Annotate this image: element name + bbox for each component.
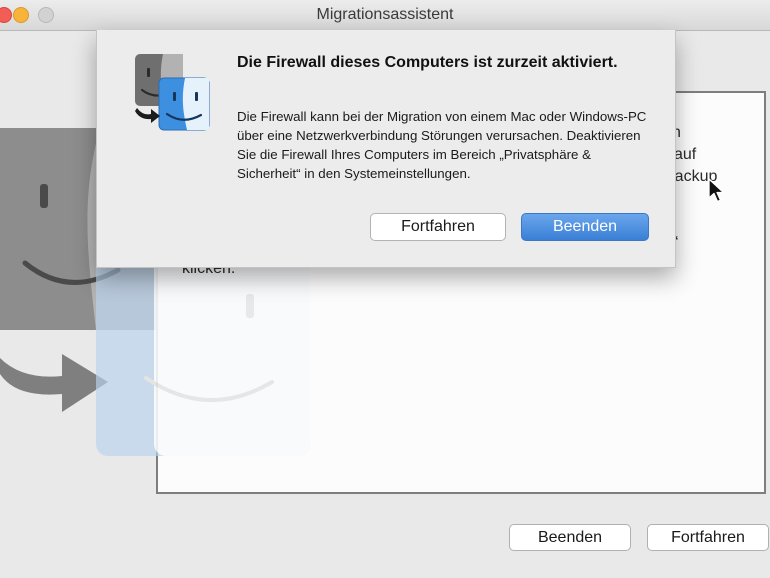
alert-quit-button[interactable]: Beenden	[521, 213, 649, 241]
alert-continue-button[interactable]: Fortfahren	[370, 213, 506, 241]
alert-message: Die Firewall kann bei der Migration von …	[237, 109, 647, 181]
window-title: Migrationsassistent	[316, 6, 454, 23]
alert-title: Die Firewall dieses Computers ist zurzei…	[237, 54, 618, 71]
quit-button[interactable]: Beenden	[509, 524, 631, 551]
mouse-pointer-icon	[708, 178, 725, 203]
continue-button[interactable]: Fortfahren	[647, 524, 769, 551]
firewall-alert-sheet: Die Firewall dieses Computers ist zurzei…	[96, 30, 676, 268]
partial-text-line: auf	[674, 146, 697, 163]
title-bar: Migrationsassistent	[0, 0, 770, 31]
migration-assistant-icon	[135, 54, 210, 131]
